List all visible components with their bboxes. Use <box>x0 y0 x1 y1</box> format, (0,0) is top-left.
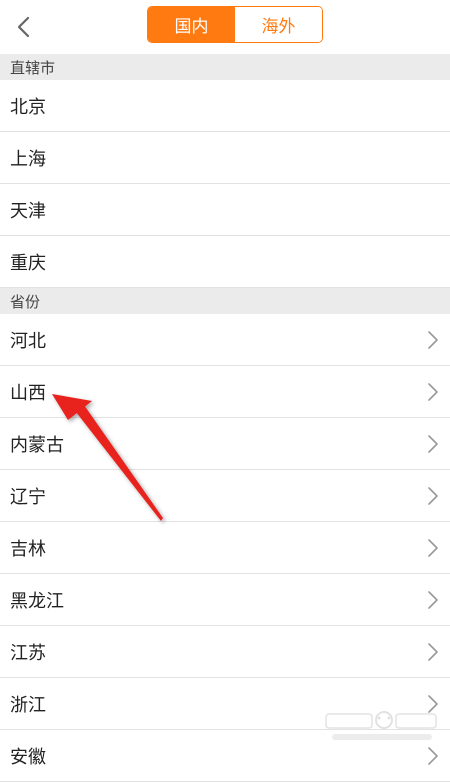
section-header: 省份 <box>0 288 450 314</box>
list-item[interactable]: 内蒙古 <box>0 418 450 470</box>
tab-overseas[interactable]: 海外 <box>235 7 322 42</box>
chevron-right-icon <box>428 486 438 505</box>
list-item[interactable]: 黑龙江 <box>0 574 450 626</box>
list-item-label: 吉林 <box>10 538 46 560</box>
list-item-label: 河北 <box>10 330 46 352</box>
list-item-label: 天津 <box>10 200 46 222</box>
list-item-label: 北京 <box>10 96 46 118</box>
list-item-label: 黑龙江 <box>10 590 64 612</box>
list-item[interactable]: 北京 <box>0 80 450 132</box>
list-item[interactable]: 辽宁 <box>0 470 450 522</box>
section-header: 直辖市 <box>0 54 450 80</box>
list-item[interactable]: 天津 <box>0 184 450 236</box>
list-item[interactable]: 山西 <box>0 366 450 418</box>
list-item-label: 重庆 <box>10 252 46 274</box>
list-item-label: 上海 <box>10 148 46 170</box>
chevron-right-icon <box>428 538 438 557</box>
list-item[interactable]: 吉林 <box>0 522 450 574</box>
list-item-label: 山西 <box>10 382 46 404</box>
region-segmented-control: 国内 海外 <box>147 6 323 43</box>
list-item-label: 辽宁 <box>10 486 46 508</box>
chevron-right-icon <box>428 590 438 609</box>
chevron-right-icon <box>428 642 438 661</box>
list-item-label: 浙江 <box>10 694 46 716</box>
chevron-left-icon <box>17 16 30 38</box>
list-item[interactable]: 江苏 <box>0 626 450 678</box>
chevron-right-icon <box>428 746 438 765</box>
list-item[interactable]: 重庆 <box>0 236 450 288</box>
list-item-label: 内蒙古 <box>10 434 64 456</box>
header-bar: 国内 海外 <box>0 0 450 54</box>
chevron-right-icon <box>428 330 438 349</box>
tab-domestic[interactable]: 国内 <box>148 7 235 42</box>
list-item-label: 江苏 <box>10 642 46 664</box>
back-button[interactable] <box>6 9 42 45</box>
list-item[interactable]: 上海 <box>0 132 450 184</box>
list-item[interactable]: 河北 <box>0 314 450 366</box>
list-item-label: 安徽 <box>10 746 46 768</box>
watermark-logo <box>325 711 437 740</box>
chevron-right-icon <box>428 382 438 401</box>
chevron-right-icon <box>428 434 438 453</box>
